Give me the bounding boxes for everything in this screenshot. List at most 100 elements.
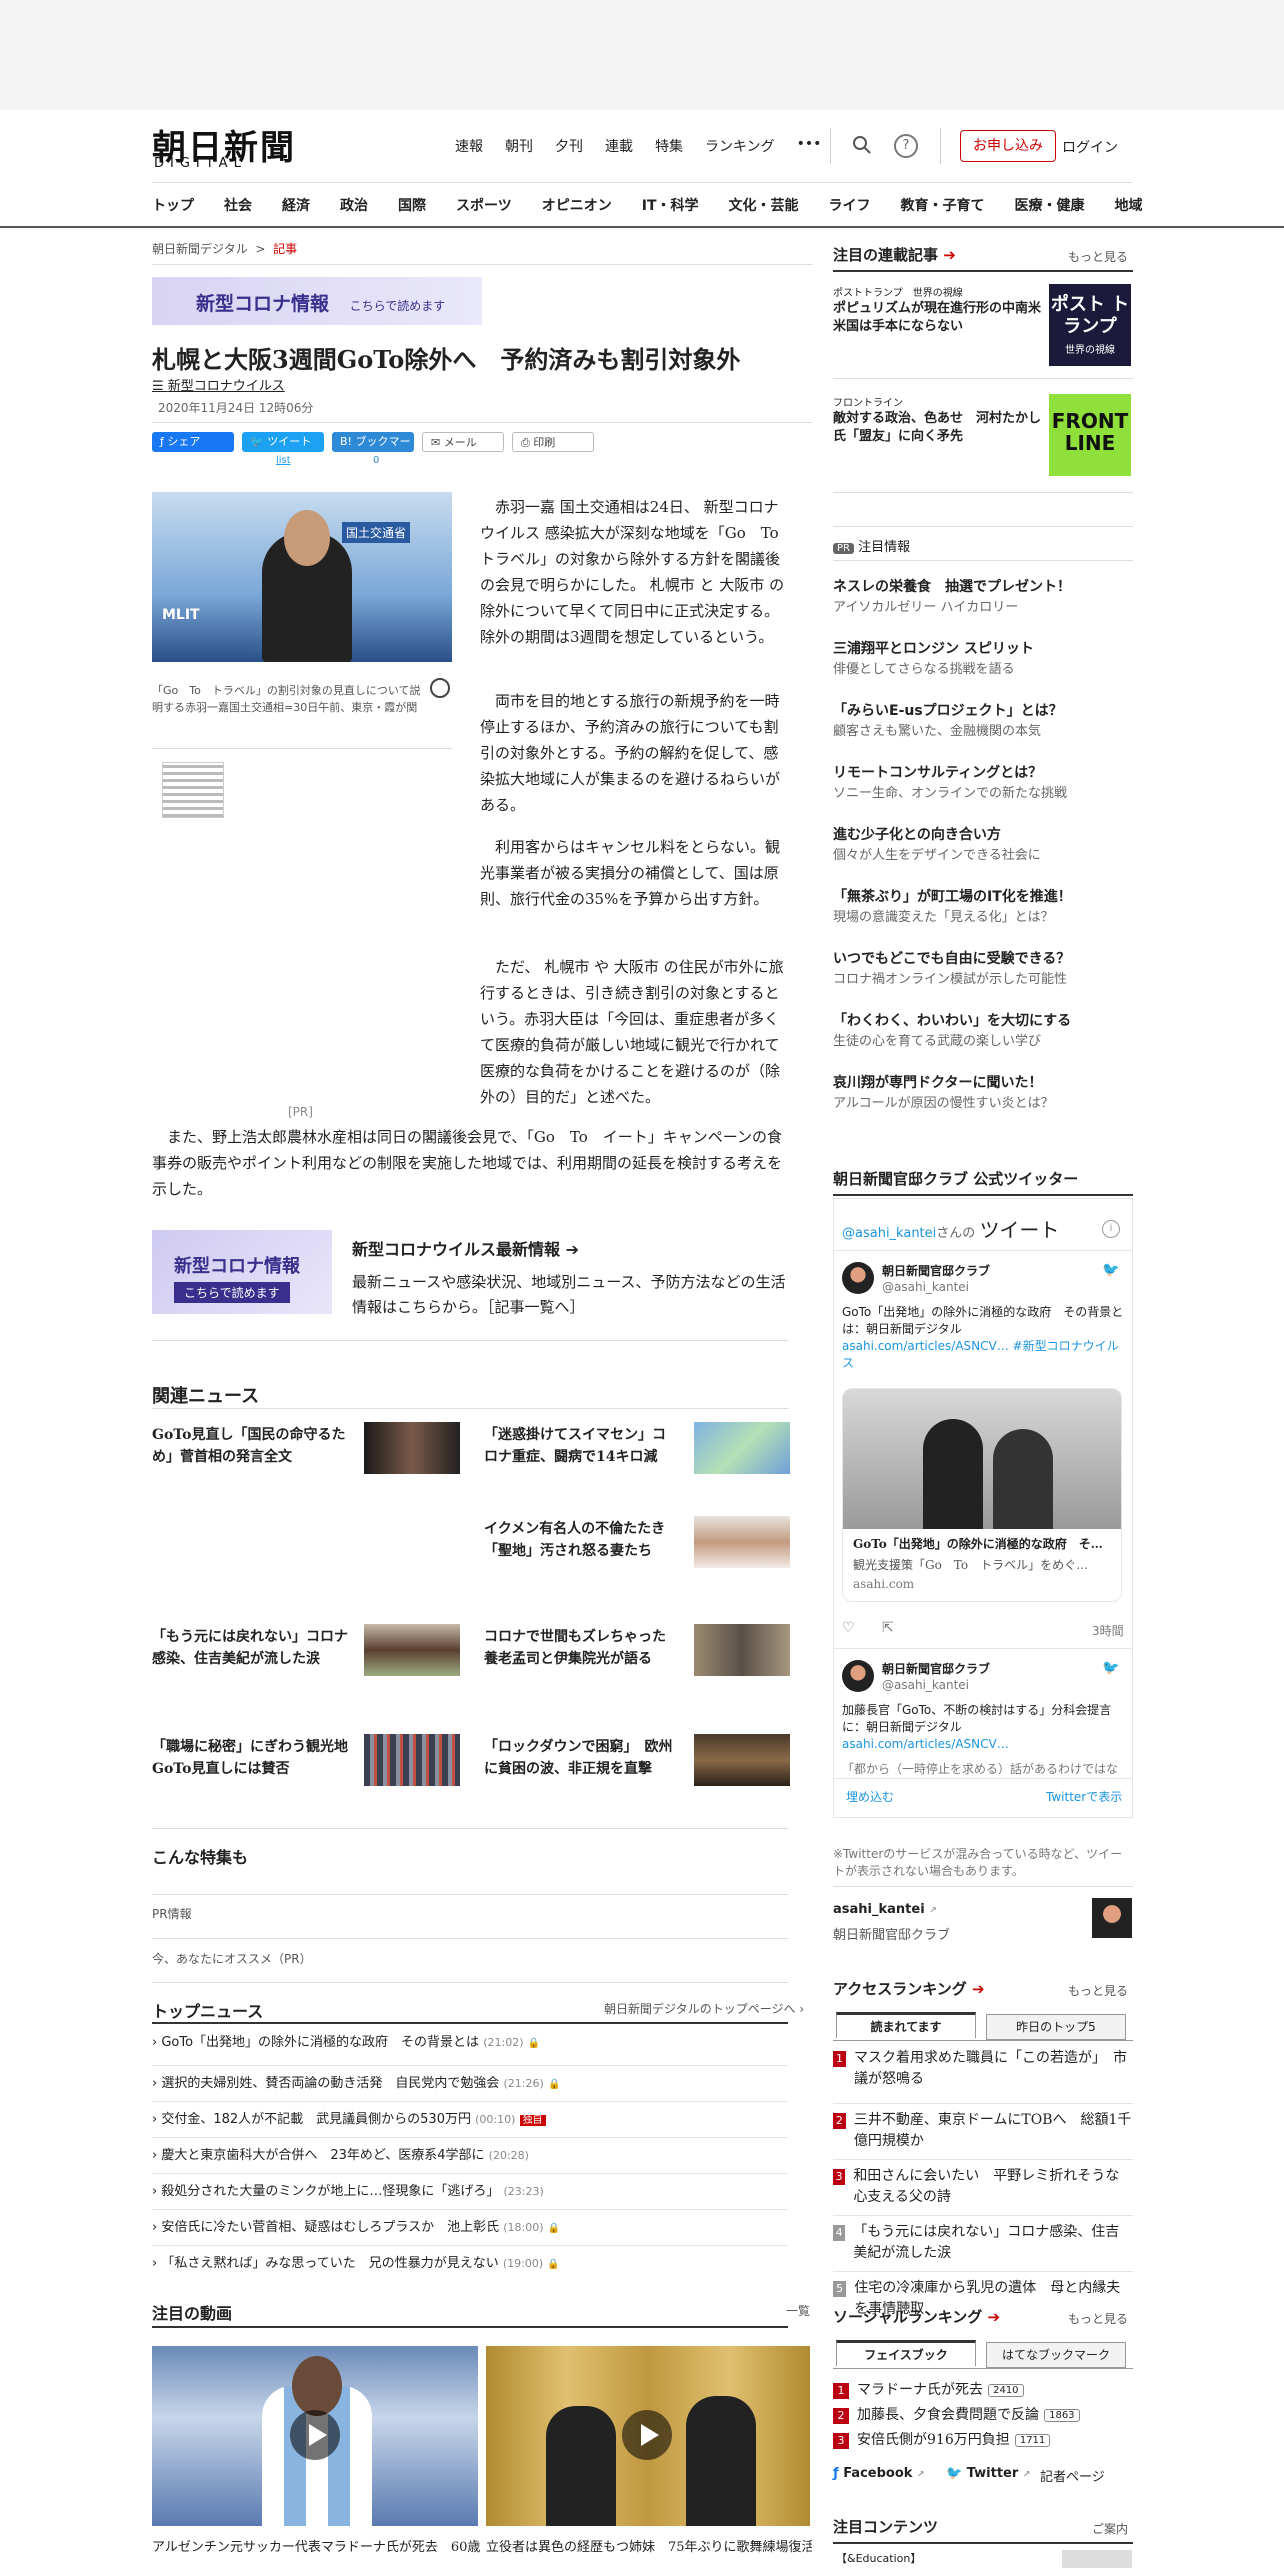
twitter-bird-icon[interactable]: 🐦	[1102, 1660, 1119, 1676]
top-news-item[interactable]: › 「私さえ黙れば」みな思っていた 兄の性暴力が見えない (19:00) 🔒	[152, 2246, 788, 2282]
guide-link[interactable]: ご案内	[1092, 2520, 1128, 2537]
hatena-bookmark-button[interactable]: B! ブックマーク	[332, 432, 414, 468]
catnav-item[interactable]: 経済	[282, 195, 310, 215]
topnav-item[interactable]: 朝刊	[505, 136, 533, 156]
play-icon[interactable]	[622, 2410, 672, 2460]
video-thumbnail[interactable]	[486, 2346, 810, 2526]
catnav-item[interactable]: スポーツ	[456, 195, 512, 215]
pr-item[interactable]: 三浦翔平とロンジン スピリット 俳優としてさらなる挑戦を語る	[833, 638, 1133, 700]
ranking-item[interactable]: 1 マスク着用求めた職員に「この若造が」 市議が怒鳴る	[833, 2048, 1133, 2104]
pr-item[interactable]: いつでもどこでも自由に受験できる？ コロナ禍オンライン模試が示した可能性	[833, 948, 1133, 1010]
tweet-author-handle[interactable]: @asahi_kantei	[882, 1280, 969, 1294]
related-news-item[interactable]: 「もう元には戻れない」コロナ感染、住吉美紀が流した涙	[152, 1626, 348, 1670]
breadcrumb-home[interactable]: 朝日新聞デジタル	[152, 242, 248, 256]
top-news-item[interactable]: › 選択的夫婦別姓、賛否両論の動き活発 自民党内で勉強会 (21:26) 🔒	[152, 2066, 788, 2102]
twitter-list-link[interactable]: list	[276, 455, 291, 466]
twitter-bird-icon[interactable]: 🐦	[1102, 1262, 1119, 1278]
promo-heading[interactable]: 新型コロナウイルス最新情報 ➔	[352, 1236, 579, 1260]
top-news-item[interactable]: › 殺処分された大量のミンクが地上に…怪現象に「逃げろ」 (23:23)	[152, 2174, 788, 2210]
top-news-item[interactable]: › 安倍氏に冷たい菅首相、疑惑はむしろプラスか 池上彰氏 (18:00) 🔒	[152, 2210, 788, 2246]
social-more-link[interactable]: もっと見る	[1068, 2310, 1128, 2327]
contents-thumb[interactable]	[1062, 2550, 1132, 2568]
tweet-link[interactable]: asahi.com/articles/ASNCV…	[842, 1737, 1009, 1751]
ranking-item[interactable]: 4 「もう元には戻れない」コロナ感染、住吉美紀が流した涙	[833, 2216, 1133, 2272]
top-news-item[interactable]: › GoTo「出発地」の除外に消極的な政府 その背景とは (21:02) 🔒	[152, 2030, 788, 2066]
info-icon[interactable]: i	[1102, 1220, 1120, 1238]
related-news-thumb[interactable]	[364, 1624, 460, 1676]
twitter-link[interactable]: 🐦 Twitter ↗	[946, 2466, 1030, 2481]
social-ranking-item[interactable]: 2 加藤長、夕食会費問題で反論 1863	[833, 2403, 1133, 2428]
series-item-title[interactable]: 敵対する政治、色あせ 河村たかし氏「盟友」に向く矛先	[833, 410, 1045, 446]
related-news-thumb[interactable]	[694, 1516, 790, 1568]
login-button[interactable]: ログイン	[1062, 137, 1118, 157]
pr-item[interactable]: 「みらいE-usプロジェクト」とは？ 顧客さえも驚いた、金融機関の本気	[833, 700, 1133, 762]
video-thumbnail[interactable]	[152, 2346, 478, 2526]
search-icon[interactable]	[850, 134, 874, 158]
print-button[interactable]: ⎙ 印刷	[512, 432, 594, 452]
tweet-author-name[interactable]: 朝日新聞官邸クラブ	[882, 1262, 990, 1279]
like-icon[interactable]: ♡	[842, 1620, 855, 1636]
catnav-item[interactable]: 社会	[224, 195, 252, 215]
account-id[interactable]: asahi_kantei ↗	[833, 1902, 937, 1917]
document-thumbnail[interactable]	[162, 762, 224, 818]
related-news-item[interactable]: 「職場に秘密」にぎわう観光地 GoTo見直しには賛否	[152, 1736, 362, 1780]
topnav-item[interactable]: 夕刊	[555, 136, 583, 156]
article-tag[interactable]: ☰ 新型コロナウイルス	[152, 375, 285, 394]
series-thumb-post-trump[interactable]: ポスト トランプ 世界の視線	[1049, 284, 1131, 366]
topnav-item[interactable]: 連載	[605, 136, 633, 156]
series-item-title[interactable]: ポピュリズムが現在進行形の中南米 米国は手本にならない	[833, 300, 1054, 336]
catnav-item[interactable]: 政治	[340, 195, 368, 215]
twitter-handle-link[interactable]: @asahi_kantei	[842, 1226, 936, 1241]
tab-hatena[interactable]: はてなブックマーク	[986, 2342, 1126, 2368]
related-news-item[interactable]: GoTo見直し「国民の命守るため」菅首相の発言全文	[152, 1424, 348, 1468]
top-page-link[interactable]: 朝日新聞デジタルのトップページへ ›	[604, 2000, 804, 2017]
tweet-time[interactable]: 3時間	[1092, 1622, 1124, 1639]
pr-item[interactable]: 哀川翔が専門ドクターに聞いた！ アルコールが原因の慢性すい炎とは？	[833, 1072, 1133, 1122]
play-icon[interactable]	[290, 2410, 340, 2460]
video-title[interactable]: アルゼンチン元サッカー代表マラドーナ氏が死去 60歳	[152, 2536, 482, 2555]
tab-read[interactable]: 読まれてます	[836, 2012, 976, 2038]
catnav-item[interactable]: 地域	[1115, 195, 1143, 215]
social-ranking-item[interactable]: 1 マラドーナ氏が死去 2410	[833, 2378, 1133, 2403]
topnav-item[interactable]: 特集	[655, 136, 683, 156]
help-icon[interactable]: ?	[894, 134, 918, 158]
corona-info-banner[interactable]: 新型コロナ情報 こちらで読めます	[152, 1230, 332, 1314]
facebook-share-button[interactable]: ƒ シェア	[152, 432, 234, 452]
top-news-item[interactable]: › 交付金、182人が不記載 武見議員側からの530万円 (00:10) 独自	[152, 2102, 788, 2138]
access-more-link[interactable]: もっと見る	[1068, 1982, 1128, 1999]
share-icon[interactable]: ⇱	[882, 1620, 894, 1636]
tweet-link[interactable]: asahi.com/articles/ASNCV…	[842, 1339, 1009, 1353]
related-news-thumb[interactable]	[694, 1624, 790, 1676]
topnav-item[interactable]: 速報	[455, 136, 483, 156]
pr-item[interactable]: ネスレの栄養食 抽選でプレゼント！ アイソカルゼリー ハイカロリー	[833, 576, 1133, 638]
more-menu-button[interactable]: •••	[797, 136, 822, 156]
catnav-item[interactable]: IT・科学	[642, 195, 699, 215]
ranking-item[interactable]: 2 三井不動産、東京ドームにTOBへ 総額1千億円規模か	[833, 2104, 1133, 2160]
view-on-twitter-link[interactable]: Twitterで表示	[1046, 1788, 1122, 1805]
related-news-thumb[interactable]	[694, 1422, 790, 1474]
related-news-item[interactable]: イクメン有名人の不倫たたき 「聖地」汚され怒る妻たち	[484, 1518, 679, 1562]
account-avatar[interactable]	[1092, 1898, 1132, 1938]
related-news-thumb[interactable]	[694, 1734, 790, 1786]
tab-facebook[interactable]: フェイスブック	[836, 2340, 976, 2366]
contents-first-item[interactable]: 【&Education】	[836, 2550, 921, 2566]
subscribe-button[interactable]: お申し込み	[960, 130, 1056, 162]
zoom-icon[interactable]	[430, 678, 450, 698]
series-more-link[interactable]: もっと見る	[1068, 248, 1128, 265]
catnav-item[interactable]: オピニオン	[542, 195, 612, 215]
related-news-item[interactable]: 「迷惑掛けてスイマセン」コロナ重症、闘病で14キロ減	[484, 1424, 674, 1468]
twitter-share-button[interactable]: 🐦 ツイート	[242, 432, 324, 452]
avatar[interactable]	[842, 1262, 874, 1294]
avatar[interactable]	[842, 1660, 874, 1692]
catnav-item[interactable]: トップ	[152, 195, 194, 215]
reporter-page-link[interactable]: 記者ページ	[1040, 2466, 1105, 2485]
tab-yesterday-top5[interactable]: 昨日のトップ5	[986, 2014, 1126, 2040]
pr-item[interactable]: 進む少子化との向き合い方 個々が人生をデザインできる社会に	[833, 824, 1133, 886]
videos-list-link[interactable]: 一覧	[786, 2302, 810, 2319]
catnav-item[interactable]: ライフ	[829, 195, 871, 215]
related-news-thumb[interactable]	[364, 1734, 460, 1786]
tweet-author-name[interactable]: 朝日新聞官邸クラブ	[882, 1660, 990, 1677]
catnav-item[interactable]: 文化・芸能	[729, 195, 799, 215]
mail-share-button[interactable]: ✉ メール	[422, 432, 504, 452]
topnav-item[interactable]: ランキング	[705, 136, 775, 156]
